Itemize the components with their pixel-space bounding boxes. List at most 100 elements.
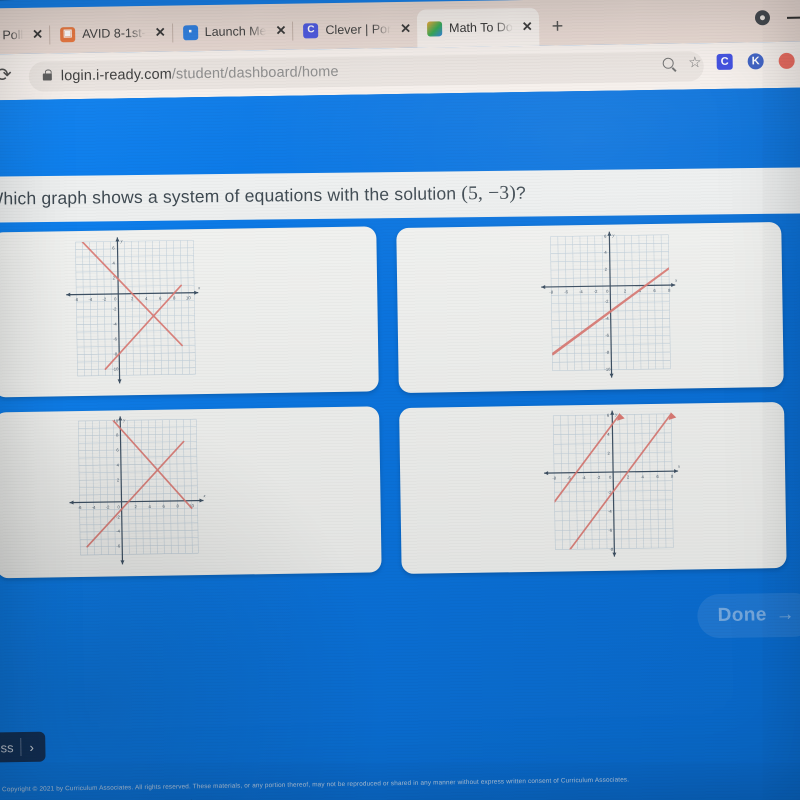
browser-tab-3[interactable]: C Clever | Por ✕ [293,10,417,50]
svg-text:-6: -6 [77,505,81,510]
question-solution: (5, −3) [461,182,517,205]
question-text: Which graph shows a system of equations … [0,183,526,211]
reload-icon[interactable]: ⟳ [0,65,12,87]
done-button-label: Done [717,604,767,627]
kami-extension-icon[interactable]: K [747,53,764,70]
svg-text:2: 2 [626,474,629,479]
svg-text:8: 8 [173,296,176,301]
question-suffix: ? [515,182,527,203]
choice-b-graph: -8-6 -4-2 0 24 68 64 2 -2-4 -6-8 [532,227,684,387]
browser-tab-1[interactable]: ▣ AVID 8-1st- ✕ [50,14,172,54]
svg-text:-4: -4 [91,505,95,510]
svg-text:0: 0 [608,475,611,480]
choice-d-graph: -8 -6 -4 -2 0 24 68 64 2 -2 -4 -6 -8 x y [535,406,687,566]
svg-text:-10: -10 [604,367,611,372]
svg-text:0: 0 [606,289,609,294]
iready-favicon-icon [427,20,443,37]
svg-text:8: 8 [116,432,119,437]
address-bar[interactable]: login.i-ready.com/student/dashboard/home [28,51,704,92]
tab-title: AVID 8-1st- [82,25,146,41]
new-tab-button[interactable]: + [539,15,577,37]
url-text: login.i-ready.com/student/dashboard/home [60,63,339,85]
tab-title: Launch Me [204,24,267,40]
svg-text:2: 2 [134,504,137,509]
svg-text:2: 2 [131,296,134,301]
svg-text:-6: -6 [116,543,120,548]
clever-favicon-icon: C [303,22,319,38]
svg-text:-10: -10 [112,366,119,371]
svg-text:y: y [611,233,615,238]
svg-text:-4: -4 [578,289,582,294]
svg-text:4: 4 [641,474,644,479]
question-prefix: Which graph shows a system of equations … [0,183,462,209]
svg-text:-2: -2 [593,289,597,294]
launch-meeting-favicon-icon: ▪ [182,24,198,40]
progress-button[interactable]: ess › [0,731,46,764]
answer-choice-a[interactable]: -6 -4 -2 0 24 68 10 64 2 -2 -4 -6 -8 -10… [0,226,379,398]
window-minimize-icon[interactable] [786,16,800,19]
browser-tab-2[interactable]: ▪ Launch Me ✕ [172,12,292,52]
profile-avatar-icon[interactable] [754,10,771,26]
svg-text:-8: -8 [609,547,613,552]
tab-title: Clever | Por [325,22,392,38]
svg-text:4: 4 [145,296,148,301]
screen-photo: stic Poll ✕ ▣ AVID 8-1st- ✕ ▪ Launch Me … [0,0,800,800]
tab-close-icon[interactable]: ✕ [153,25,166,41]
done-button[interactable]: Done → [697,592,800,639]
svg-text:2: 2 [623,288,626,293]
answer-choice-b[interactable]: -8-6 -4-2 0 24 68 64 2 -2-4 -6-8 [396,221,784,394]
svg-text:-4: -4 [88,297,92,302]
svg-text:-2: -2 [604,299,608,304]
search-icon[interactable] [662,57,674,69]
svg-text:-6: -6 [564,289,568,294]
svg-text:-8: -8 [549,290,553,295]
svg-text:6: 6 [606,413,609,418]
svg-text:-6: -6 [74,297,78,302]
svg-text:-6: -6 [605,333,609,338]
iready-page: Which graph shows a system of equations … [0,87,800,800]
answer-choices: -6 -4 -2 0 24 68 10 64 2 -2 -4 -6 -8 -10… [0,220,787,580]
svg-text:6: 6 [112,245,115,250]
divider [20,737,22,757]
svg-text:6: 6 [162,504,165,509]
svg-text:6: 6 [159,296,162,301]
svg-text:x: x [202,493,205,498]
svg-text:-4: -4 [116,528,120,533]
answer-choice-d[interactable]: -8 -6 -4 -2 0 24 68 64 2 -2 -4 -6 -8 x y [399,401,787,574]
svg-text:6: 6 [604,234,607,239]
browser-tab-4-active[interactable]: Math To Do ✕ [416,7,540,48]
tab-title: Math To Do [449,20,513,36]
tab-close-icon[interactable]: ✕ [30,27,43,43]
browser-tab-0[interactable]: stic Poll ✕ [0,15,49,54]
svg-text:4: 4 [604,250,607,255]
svg-text:-4: -4 [581,475,585,480]
svg-text:4: 4 [607,432,610,437]
choice-c-graph: -6 -4 -2 0 24 68 10 10 8 64 2 -2 -4 -6 x… [60,411,212,571]
svg-text:-4: -4 [607,509,611,514]
svg-text:8: 8 [668,288,671,293]
lock-icon [42,72,52,81]
extension-icon[interactable] [778,52,795,70]
tab-close-icon[interactable]: ✕ [273,23,286,39]
svg-text:6: 6 [653,288,656,293]
svg-text:-2: -2 [102,297,106,302]
chevron-right-icon: › [29,739,35,755]
svg-text:-2: -2 [596,475,600,480]
choice-a-graph: -6 -4 -2 0 24 68 10 64 2 -2 -4 -6 -8 -10… [57,232,209,392]
svg-text:x: x [676,464,679,469]
svg-text:2: 2 [116,477,119,482]
omnibox-icons: ☆ C K [662,52,795,71]
bookmark-star-icon[interactable]: ☆ [688,54,702,71]
svg-text:-6: -6 [608,528,612,533]
tab-close-icon[interactable]: ✕ [398,21,411,37]
answer-choice-c[interactable]: -6 -4 -2 0 24 68 10 10 8 64 2 -2 -4 -6 x… [0,406,382,579]
question-bar: Which graph shows a system of equations … [0,167,800,223]
svg-text:y: y [119,238,123,243]
svg-text:4: 4 [112,260,115,265]
svg-text:4: 4 [148,504,151,509]
clever-extension-icon[interactable]: C [716,53,733,70]
chrome-window-controls [754,10,800,26]
svg-text:-8: -8 [552,476,556,481]
tab-close-icon[interactable]: ✕ [520,19,533,35]
svg-text:x: x [197,285,200,290]
